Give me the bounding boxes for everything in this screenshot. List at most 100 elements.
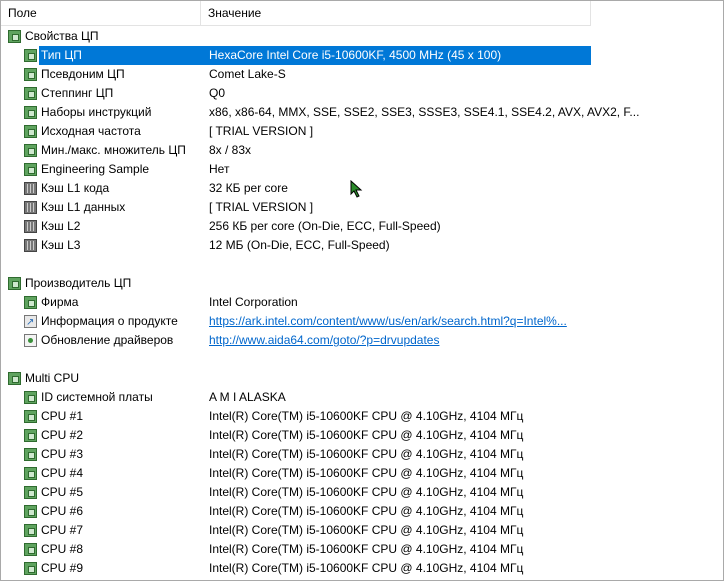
property-label: Обновление драйверов xyxy=(41,333,174,347)
property-value: [ TRIAL VERSION ] xyxy=(209,124,314,138)
property-label: CPU #2 xyxy=(41,428,84,442)
green-square-icon xyxy=(24,163,37,176)
memory-chip-icon xyxy=(24,239,37,252)
property-value: Q0 xyxy=(209,86,226,100)
property-row[interactable]: CPU #5 Intel(R) Core(TM) i5-10600KF CPU @… xyxy=(1,483,723,502)
property-label: CPU #7 xyxy=(41,523,84,537)
green-square-icon xyxy=(24,524,37,537)
green-square-icon xyxy=(24,296,37,309)
property-row[interactable]: Исходная частота [ TRIAL VERSION ] xyxy=(1,122,723,141)
property-row[interactable]: Тип ЦП HexaCore Intel Core i5-10600KF, 45… xyxy=(1,46,723,65)
green-square-icon xyxy=(24,68,37,81)
property-value: Intel(R) Core(TM) i5-10600KF CPU @ 4.10G… xyxy=(209,466,524,480)
property-row[interactable]: CPU #3 Intel(R) Core(TM) i5-10600KF CPU @… xyxy=(1,445,723,464)
property-value: Intel Corporation xyxy=(209,295,298,309)
green-square-icon xyxy=(8,372,21,385)
property-value: 32 КБ per core xyxy=(209,181,288,195)
green-square-icon xyxy=(8,30,21,43)
green-square-icon xyxy=(24,87,37,100)
property-value: Intel(R) Core(TM) i5-10600KF CPU @ 4.10G… xyxy=(209,485,524,499)
section-title: Свойства ЦП xyxy=(25,29,99,43)
property-value: Intel(R) Core(TM) i5-10600KF CPU @ 4.10G… xyxy=(209,523,524,537)
property-value: [ TRIAL VERSION ] xyxy=(209,200,314,214)
update-icon xyxy=(24,334,37,347)
section-title: Multi CPU xyxy=(25,371,80,385)
property-label: Кэш L1 данных xyxy=(41,200,126,214)
property-row[interactable]: CPU #4 Intel(R) Core(TM) i5-10600KF CPU @… xyxy=(1,464,723,483)
memory-chip-icon xyxy=(24,182,37,195)
green-square-icon xyxy=(24,448,37,461)
property-label: CPU #4 xyxy=(41,466,84,480)
section-header[interactable]: Multi CPU xyxy=(1,369,723,388)
property-value: A M I ALASKA xyxy=(209,390,286,404)
green-square-icon xyxy=(24,391,37,404)
property-label: ID системной платы xyxy=(41,390,153,404)
property-label: Исходная частота xyxy=(41,124,141,138)
green-square-icon xyxy=(24,125,37,138)
property-label: Фирма xyxy=(41,295,79,309)
property-value: Intel(R) Core(TM) i5-10600KF CPU @ 4.10G… xyxy=(209,409,524,423)
column-header-value[interactable]: Значение xyxy=(201,1,591,25)
property-row[interactable]: Engineering Sample Нет xyxy=(1,160,723,179)
green-square-icon xyxy=(24,467,37,480)
property-row[interactable]: Информация о продукте https://ark.intel.c… xyxy=(1,312,723,332)
property-row[interactable]: Кэш L2 256 КБ per core (On-Die, ECC, Full… xyxy=(1,217,723,236)
property-value: Intel(R) Core(TM) i5-10600KF CPU @ 4.10G… xyxy=(209,504,524,518)
green-square-icon xyxy=(24,106,37,119)
property-row[interactable]: CPU #1 Intel(R) Core(TM) i5-10600KF CPU @… xyxy=(1,407,723,426)
green-square-icon xyxy=(24,49,37,62)
green-square-icon xyxy=(24,543,37,556)
green-square-icon xyxy=(24,505,37,518)
green-square-icon xyxy=(24,562,37,575)
property-label: CPU #8 xyxy=(41,542,84,556)
property-row[interactable]: CPU #7 Intel(R) Core(TM) i5-10600KF CPU @… xyxy=(1,521,723,540)
property-value: Intel(R) Core(TM) i5-10600KF CPU @ 4.10G… xyxy=(209,542,524,556)
property-row[interactable]: Кэш L1 данных [ TRIAL VERSION ] xyxy=(1,198,723,217)
property-label: CPU #9 xyxy=(41,561,84,575)
property-value: 12 МБ (On-Die, ECC, Full-Speed) xyxy=(209,238,390,252)
property-label: Engineering Sample xyxy=(41,162,150,176)
property-value-link[interactable]: http://www.aida64.com/goto/?p=drvupdates xyxy=(209,331,439,350)
property-row[interactable]: CPU #6 Intel(R) Core(TM) i5-10600KF CPU @… xyxy=(1,502,723,521)
property-row[interactable]: Псевдоним ЦП Comet Lake-S xyxy=(1,65,723,84)
property-value: 8x / 83x xyxy=(209,143,252,157)
property-value: Intel(R) Core(TM) i5-10600KF CPU @ 4.10G… xyxy=(209,428,524,442)
green-square-icon xyxy=(24,429,37,442)
property-row[interactable]: Мин./макс. множитель ЦП 8x / 83x xyxy=(1,141,723,160)
link-icon xyxy=(24,313,37,332)
section-title: Производитель ЦП xyxy=(25,276,132,290)
memory-chip-icon xyxy=(24,201,37,214)
property-row[interactable]: Степпинг ЦП Q0 xyxy=(1,84,723,103)
property-row[interactable]: ID системной платы A M I ALASKA xyxy=(1,388,723,407)
property-label: CPU #3 xyxy=(41,447,84,461)
property-value-link[interactable]: https://ark.intel.com/content/www/us/en/… xyxy=(209,312,567,331)
property-value: Нет xyxy=(209,162,230,176)
property-label: Наборы инструкций xyxy=(41,105,152,119)
column-header-field[interactable]: Поле xyxy=(1,1,201,25)
property-label: Кэш L1 кода xyxy=(41,181,110,195)
section-header[interactable]: Свойства ЦП xyxy=(1,27,723,46)
green-square-icon xyxy=(24,486,37,499)
property-row[interactable]: Наборы инструкций x86, x86-64, MMX, SSE, … xyxy=(1,103,723,122)
list-header: Поле Значение xyxy=(1,1,591,26)
green-square-icon xyxy=(8,277,21,290)
property-label: Информация о продукте xyxy=(41,314,178,328)
section-header[interactable]: Производитель ЦП xyxy=(1,274,723,293)
property-row[interactable]: Фирма Intel Corporation xyxy=(1,293,723,312)
property-row[interactable]: CPU #8 Intel(R) Core(TM) i5-10600KF CPU @… xyxy=(1,540,723,559)
property-value: Intel(R) Core(TM) i5-10600KF CPU @ 4.10G… xyxy=(209,561,524,575)
property-label: Псевдоним ЦП xyxy=(41,67,125,81)
cpu-properties-panel: Поле Значение Свойства ЦП Тип ЦП HexaCore … xyxy=(0,0,724,581)
property-label: CPU #6 xyxy=(41,504,84,518)
property-value: 256 КБ per core (On-Die, ECC, Full-Speed… xyxy=(209,219,441,233)
property-value: x86, x86-64, MMX, SSE, SSE2, SSE3, SSSE3… xyxy=(209,105,640,119)
property-row[interactable]: CPU #9 Intel(R) Core(TM) i5-10600KF CPU @… xyxy=(1,559,723,578)
property-row[interactable]: CPU #2 Intel(R) Core(TM) i5-10600KF CPU @… xyxy=(1,426,723,445)
property-row[interactable]: Обновление драйверов http://www.aida64.co… xyxy=(1,331,723,350)
property-label: CPU #1 xyxy=(41,409,84,423)
property-label: Тип ЦП xyxy=(41,48,82,62)
property-row[interactable]: Кэш L3 12 МБ (On-Die, ECC, Full-Speed) xyxy=(1,236,723,255)
memory-chip-icon xyxy=(24,220,37,233)
